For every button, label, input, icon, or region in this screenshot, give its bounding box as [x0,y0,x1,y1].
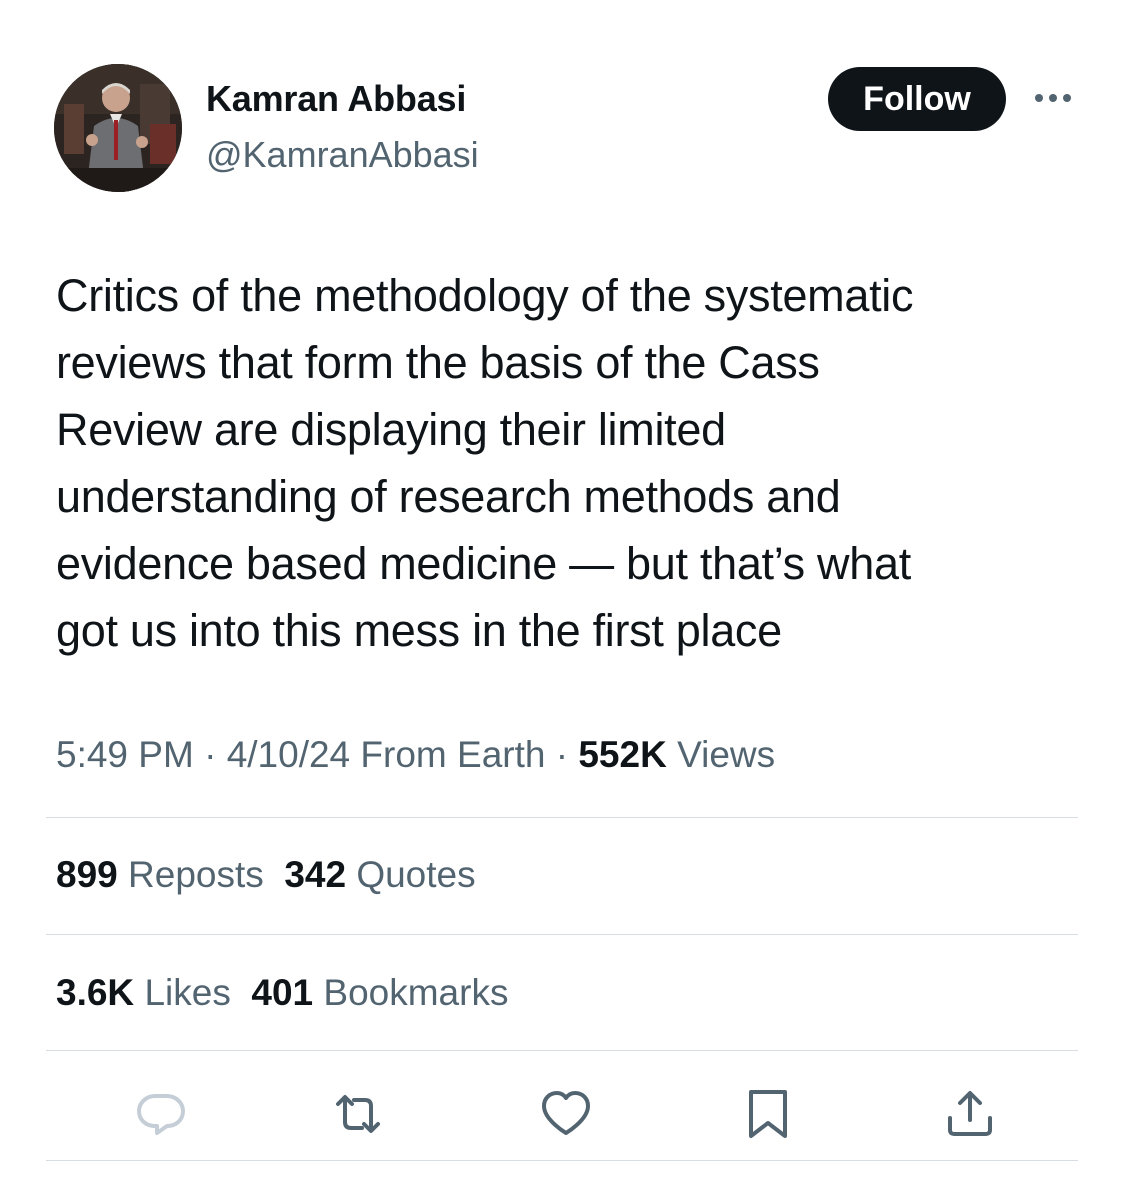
bookmarks-label: Bookmarks [323,972,509,1013]
meta-separator: · [204,734,217,775]
avatar[interactable] [54,64,182,192]
reposts-label: Reposts [128,854,264,895]
likes-label: Likes [144,972,231,1013]
quotes-link[interactable]: 342 Quotes [284,854,475,895]
views-label: Views [677,734,776,775]
like-icon[interactable] [538,1086,594,1142]
action-bar [0,1086,1132,1142]
tweet-text-line: Critics of the methodology of the system… [56,270,914,321]
divider [46,1160,1078,1161]
more-horizontal-icon[interactable] [1030,88,1076,108]
divider [46,1050,1078,1051]
reposts-quotes-row: 899 Reposts 342 Quotes [56,854,476,896]
follow-button[interactable]: Follow [828,67,1006,131]
likes-count: 3.6K [56,972,135,1013]
tweet-text-line: got us into this mess in the first place [56,605,782,656]
share-icon[interactable] [942,1086,998,1142]
tweet-text-line: evidence based medicine — but that’s wha… [56,538,911,589]
divider [46,817,1078,818]
quotes-count: 342 [284,854,347,895]
repost-icon[interactable] [330,1086,386,1142]
likes-bookmarks-row: 3.6K Likes 401 Bookmarks [56,972,508,1014]
display-name[interactable]: Kamran Abbasi [206,78,466,120]
tweet-text-line: Review are displaying their limited [56,404,726,455]
tweet-text-line: reviews that form the basis of the Cass [56,337,820,388]
bookmark-icon[interactable] [740,1086,796,1142]
reposts-link[interactable]: 899 Reposts [56,854,264,895]
divider [46,934,1078,935]
bookmarks-count: 401 [251,972,314,1013]
profile-photo-icon [54,64,182,192]
likes-link[interactable]: 3.6K Likes [56,972,231,1013]
tweet-time[interactable]: 5:49 PM [56,734,194,775]
user-handle[interactable]: @KamranAbbasi [206,134,479,176]
meta-separator: · [555,734,569,775]
tweet-meta: 5:49 PM · 4/10/24 From Earth · 552K View… [56,734,775,776]
tweet-source: From Earth [360,734,546,775]
views-count: 552K [578,734,667,775]
quotes-label: Quotes [356,854,476,895]
bookmarks-link[interactable]: 401 Bookmarks [251,972,508,1013]
tweet-text-line: understanding of research methods and [56,471,841,522]
reply-icon[interactable] [133,1086,189,1142]
reposts-count: 899 [56,854,118,895]
tweet-text: Critics of the methodology of the system… [56,262,1066,664]
tweet-date[interactable]: 4/10/24 [227,734,350,775]
